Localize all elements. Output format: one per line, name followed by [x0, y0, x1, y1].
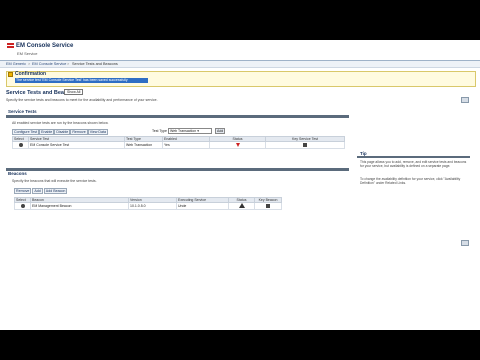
breadcrumb-link-console-service[interactable]: EM Console Service	[32, 62, 66, 66]
add-test-button[interactable]: Add	[215, 128, 226, 134]
beacon-link[interactable]: EM Management Beacon	[30, 202, 129, 210]
disable-button[interactable]: Disable	[54, 129, 71, 135]
status-down-icon	[235, 142, 240, 147]
table-row: EM Management Beacon 10.1.0.5.0 Unde	[14, 202, 282, 210]
beacons-divider	[6, 168, 349, 171]
key-beacon-checkbox[interactable]	[266, 203, 270, 208]
page-description: Specify the service tests and beacons to…	[6, 98, 158, 102]
service-tests-title: Service Tests	[8, 109, 37, 114]
page-title: Service Tests and Bea	[6, 90, 64, 96]
tip-paragraph: To change the availability definition fo…	[360, 177, 461, 186]
service-tests-toolbar: Configure Test Enable Disable Remove Vie…	[12, 129, 109, 135]
service-tests-table: Select Service Test Test Type Enabled St…	[12, 136, 345, 149]
video-frame: EM Console Service EM Service EM Generic…	[0, 0, 480, 360]
radio-button[interactable]	[18, 142, 23, 147]
key-test-checkbox[interactable]	[303, 142, 307, 147]
enabled-cell: Yes	[162, 141, 210, 149]
tip-divider	[357, 156, 470, 158]
test-type-value: Web Transaction	[170, 129, 197, 133]
service-tests-note: All enabled service tests are run by the…	[12, 121, 109, 125]
add-beacon-button[interactable]: Add Beacon	[43, 188, 68, 194]
tooltip: Show All	[64, 89, 84, 95]
service-tests-divider	[6, 115, 349, 118]
version-cell: 10.1.0.5.0	[128, 202, 177, 210]
breadcrumb-separator: >	[28, 62, 31, 66]
status-up-icon	[238, 203, 245, 208]
breadcrumb-link-em-generic[interactable]: EM Generic	[6, 62, 26, 66]
settings-button[interactable]	[461, 240, 469, 246]
radio-button[interactable]	[20, 203, 25, 208]
settings-button[interactable]	[461, 97, 469, 103]
beacons-title: Beacons	[8, 171, 27, 176]
view-data-button[interactable]: View Data	[87, 129, 109, 135]
tip-paragraph: This page allows you to add, remove, and…	[360, 160, 467, 169]
breadcrumb-current: Service Tests and Beacons	[72, 62, 118, 66]
enable-button[interactable]: Enable	[39, 129, 55, 135]
test-type-cell: Web Transaction	[124, 141, 163, 149]
beacons-toolbar: Remove Add Add Beacon	[14, 188, 68, 194]
executing-service-cell: Unde	[176, 202, 229, 210]
page-header-subtitle[interactable]: EM Service	[17, 51, 37, 56]
test-type-select[interactable]: Web Transaction ▾	[168, 128, 212, 134]
service-test-link[interactable]: EM Console Service Test	[28, 141, 125, 149]
beacons-table: Select Beacon Version Executing Service …	[14, 197, 282, 210]
oracle-logo-icon	[7, 43, 14, 50]
table-row: EM Console Service Test Web Transaction …	[12, 141, 345, 149]
chevron-down-icon: ▾	[197, 129, 199, 133]
add-button[interactable]: Add	[32, 188, 43, 194]
confirmation-message: The service test 'EM Console Service Tes…	[15, 78, 148, 83]
test-type-label: Test Type	[152, 129, 167, 133]
info-icon	[8, 72, 13, 77]
browser-page: EM Console Service EM Service EM Generic…	[0, 40, 480, 330]
configure-test-button[interactable]: Configure Test	[12, 129, 40, 135]
confirmation-title: Confirmation	[15, 71, 47, 77]
remove-beacon-button[interactable]: Remove	[14, 188, 32, 194]
remove-button[interactable]: Remove	[70, 129, 88, 135]
beacons-description: Specify the beacons that will execute th…	[12, 179, 97, 183]
breadcrumb-separator: >	[67, 62, 70, 66]
page-header-title: EM Console Service	[16, 43, 74, 49]
